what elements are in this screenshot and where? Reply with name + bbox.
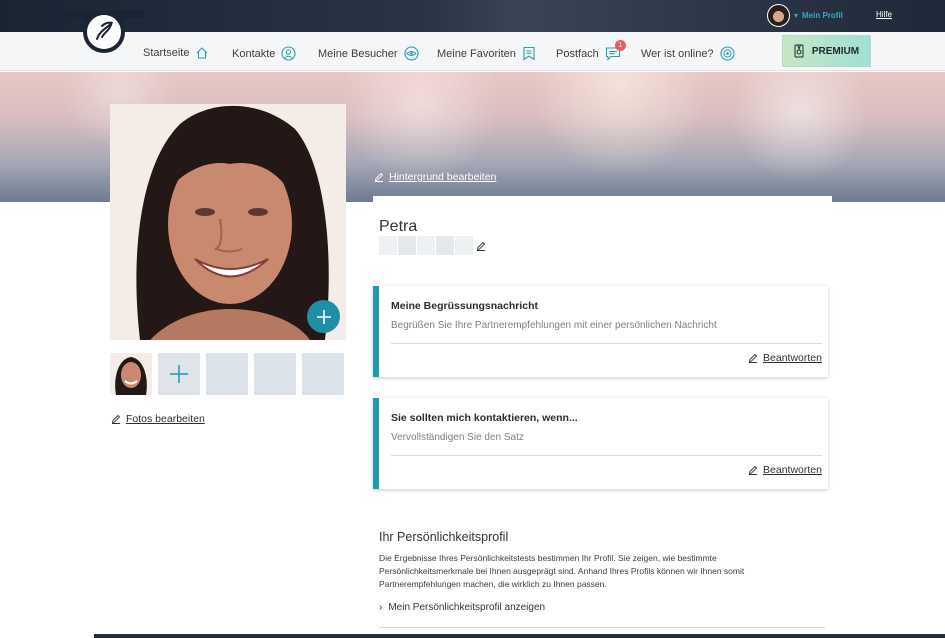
add-photo-thumbnail[interactable] — [158, 353, 200, 395]
show-personality-label: Mein Persönlichkeitsprofil anzeigen — [388, 602, 546, 613]
home-icon — [197, 47, 208, 59]
nav-item-besucher[interactable]: Meine Besucher — [318, 46, 419, 61]
divider — [391, 343, 822, 344]
medal-icon — [794, 44, 804, 58]
nav-item-online[interactable]: Wer ist online? — [641, 46, 735, 61]
card-title: Meine Begrüssungsnachricht — [391, 300, 539, 312]
reply-label: Beantworten — [763, 352, 822, 364]
chevron-down-icon[interactable]: ▾ — [794, 11, 798, 20]
premium-button[interactable]: PREMIUM — [782, 35, 871, 67]
mail-chat-icon: 1 — [605, 40, 626, 61]
nav-label: Postfach — [556, 47, 599, 60]
user-menu[interactable]: ▾ Mein Profil — [767, 4, 843, 27]
pencil-icon — [748, 353, 758, 363]
premium-label: PREMIUM — [811, 45, 860, 57]
chevron-right-icon: › — [379, 602, 383, 613]
redacted-block — [398, 236, 416, 255]
empty-photo-slot[interactable] — [254, 353, 296, 395]
reply-button[interactable]: Beantworten — [748, 464, 822, 476]
empty-photo-slot[interactable] — [302, 353, 344, 395]
nav-item-favoriten[interactable]: Meine Favoriten — [437, 46, 536, 61]
edit-background-label: Hintergrund bearbeiten — [389, 171, 497, 183]
reply-button[interactable]: Beantworten — [748, 352, 822, 364]
edit-photos-link[interactable]: Fotos bearbeiten — [111, 413, 205, 425]
nav-label: Kontakte — [232, 47, 276, 60]
photo-thumbnail[interactable] — [110, 353, 152, 395]
contacts-icon — [281, 46, 296, 61]
online-icon — [720, 46, 735, 61]
personality-title: Ihr Persönlichkeitsprofil — [379, 530, 509, 544]
nav-label: Startseite — [143, 47, 190, 59]
redacted-block — [455, 236, 473, 255]
my-profile-link[interactable]: Mein Profil — [802, 11, 843, 20]
nav-label: Meine Favoriten — [437, 47, 516, 60]
empty-photo-slot[interactable] — [206, 353, 248, 395]
pencil-icon — [374, 172, 384, 182]
help-link[interactable]: Hilfe — [876, 10, 892, 19]
nav-item-startseite[interactable]: Startseite — [143, 46, 209, 60]
redacted-block — [436, 236, 454, 255]
profile-name: Petra — [379, 218, 418, 235]
contact-when-card: Sie sollten mich kontaktieren, wenn... V… — [373, 398, 828, 489]
notification-badge: 1 — [614, 40, 626, 51]
logo[interactable] — [64, 10, 144, 56]
eye-icon — [403, 46, 419, 61]
pencil-icon — [111, 414, 121, 424]
bottom-bar — [94, 634, 945, 638]
thumbnail-image — [110, 353, 152, 395]
divider — [391, 455, 822, 456]
edit-photos-label: Fotos bearbeiten — [126, 413, 205, 425]
photo-thumbnails — [110, 353, 344, 395]
nav-label: Wer ist online? — [641, 47, 714, 60]
add-photo-button[interactable] — [307, 300, 340, 333]
greeting-message-card: Meine Begrüssungsnachricht Begrüßen Sie … — [373, 286, 828, 377]
divider — [379, 627, 825, 628]
nav-item-postfach[interactable]: Postfach 1 — [556, 40, 626, 61]
card-subtitle: Vervollständigen Sie den Satz — [391, 432, 524, 443]
redacted-block — [379, 236, 397, 255]
plus-icon — [316, 309, 331, 324]
edit-details-pencil-icon[interactable] — [476, 241, 486, 251]
profile-header-card — [373, 196, 832, 266]
bookmark-icon — [523, 46, 535, 61]
personality-description: Die Ergebnisse Ihres Persönlichkeitstest… — [379, 553, 745, 589]
nav-label: Meine Besucher — [318, 47, 398, 60]
show-personality-link[interactable]: › Mein Persönlichkeitsprofil anzeigen — [379, 602, 545, 613]
nav-item-kontakte[interactable]: Kontakte — [232, 46, 296, 61]
pencil-icon — [748, 465, 758, 475]
plus-icon — [170, 365, 188, 383]
redacted-block — [417, 236, 435, 255]
card-subtitle: Begrüßen Sie Ihre Partnerempfehlungen mi… — [391, 320, 717, 331]
avatar[interactable] — [767, 4, 790, 27]
card-title: Sie sollten mich kontaktieren, wenn... — [391, 412, 578, 424]
reply-label: Beantworten — [763, 464, 822, 476]
edit-background-link[interactable]: Hintergrund bearbeiten — [374, 171, 496, 183]
